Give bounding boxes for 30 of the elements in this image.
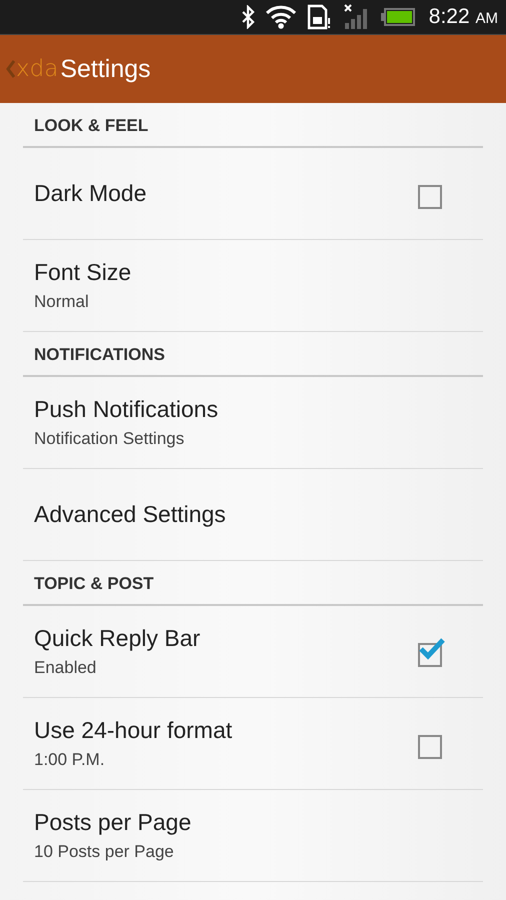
settings-item[interactable]: Use 24-hour format 1:00 P.M. [23,698,483,790]
wifi-icon [264,5,297,29]
checkbox[interactable] [418,636,446,666]
settings-item[interactable]: Posts per Page 10 Posts per Page [23,790,483,882]
item-summary: Enabled [34,658,98,678]
section-header: TOPIC & POST [23,561,483,606]
item-title: Advanced Settings [34,501,227,528]
item-title: Push Notifications [34,396,220,423]
section-header: LOOK & FEEL [23,103,483,148]
item-title: Dark Mode [34,180,148,207]
item-summary: 1:00 P.M. [34,750,106,770]
item-summary: Normal [34,292,90,312]
screen-title: Settings [60,54,151,84]
settings-item[interactable]: Font Size Normal [23,240,483,332]
item-title: Font Size [34,259,132,286]
settings-item[interactable]: Push Notifications Notification Settings [23,377,483,469]
clock-time: 8:22 AM [428,5,498,29]
section-header: NOTIFICATIONS [23,332,483,377]
settings-item[interactable]: Quick Reply Bar Enabled [23,606,483,698]
item-title: Quick Reply Bar [34,625,202,652]
settings-item[interactable]: Dark Mode [23,148,483,240]
item-summary: Notification Settings [34,429,186,449]
item-summary: 10 Posts per Page [34,842,175,862]
item-title: Posts per Page [34,809,192,836]
battery-icon [380,8,415,26]
sim-card-icon [306,4,333,30]
settings-item[interactable]: Advanced Settings [23,469,483,561]
bluetooth-icon [240,5,255,29]
chevron-icon [6,60,15,78]
item-title: Use 24-hour format [34,717,234,744]
